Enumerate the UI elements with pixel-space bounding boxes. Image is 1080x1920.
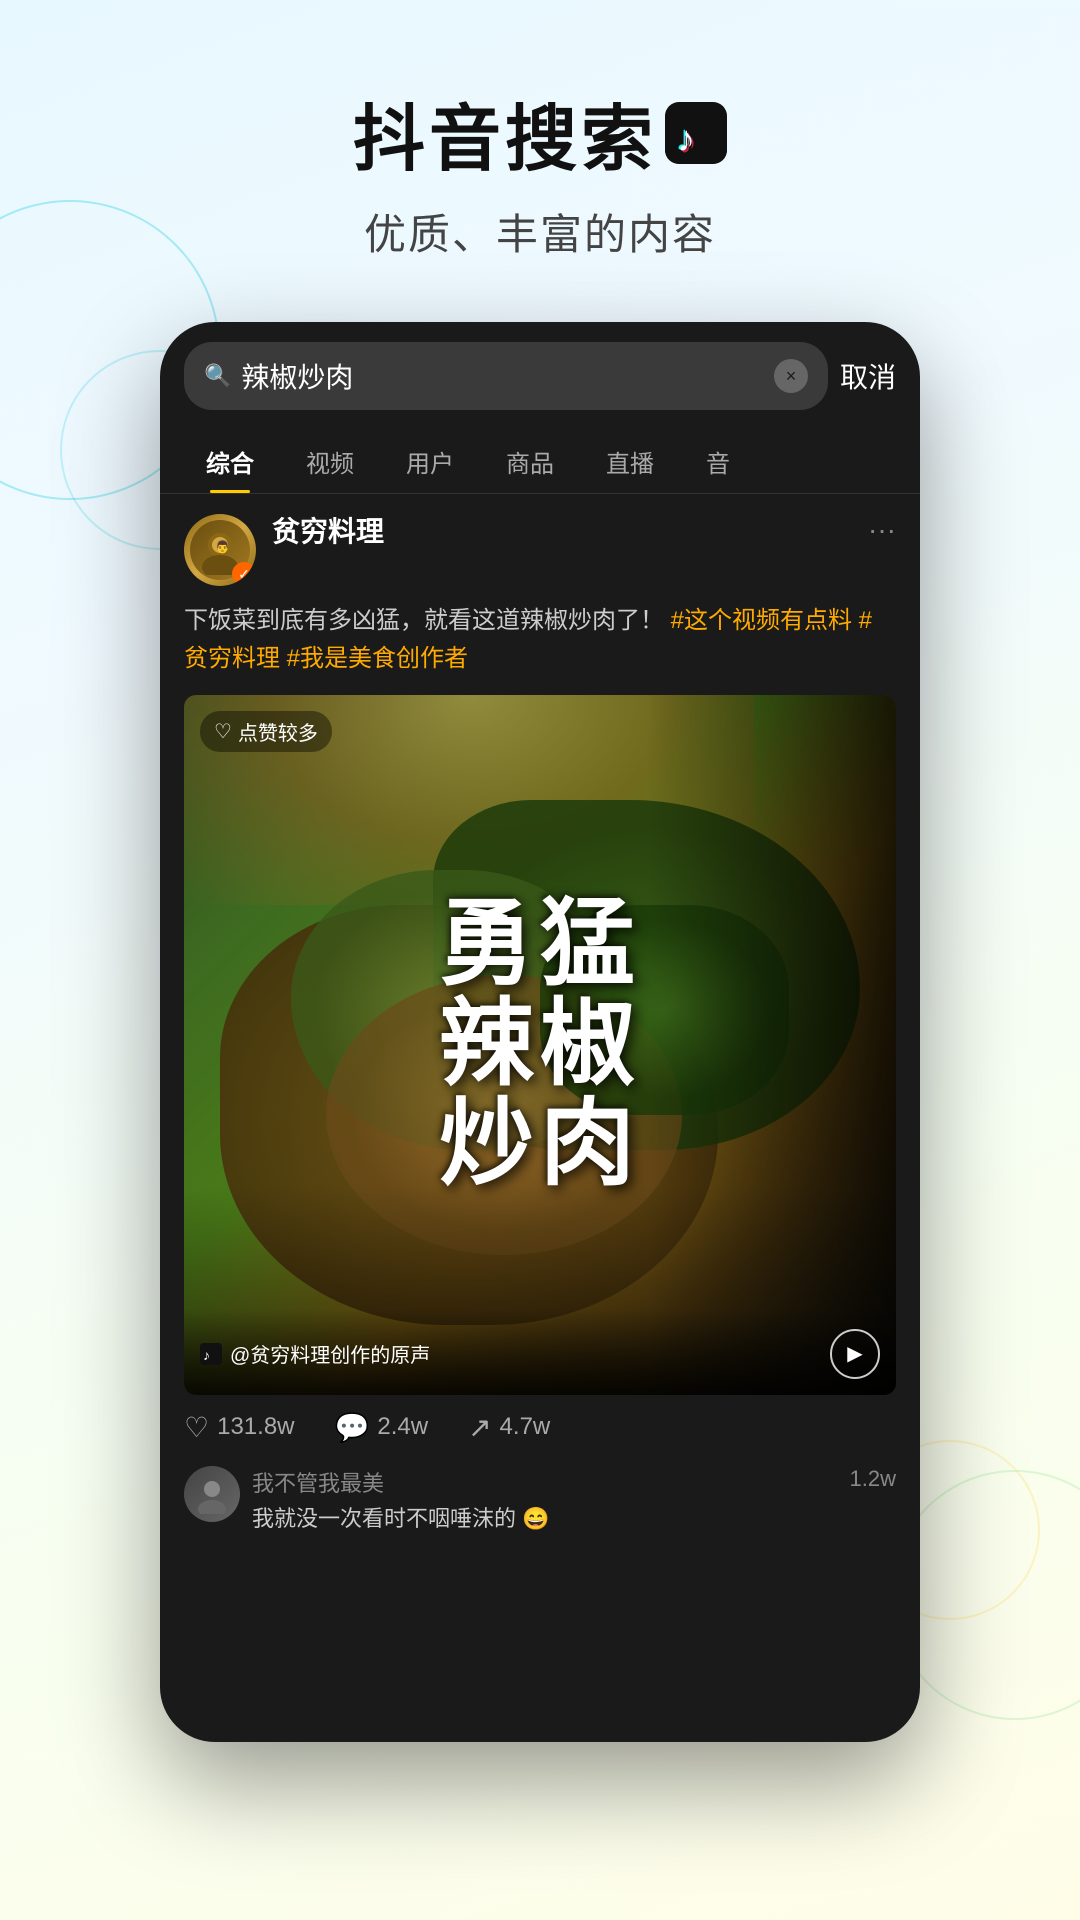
cancel-button[interactable]: 取消 [840,356,896,396]
search-results: 👨 ✓ 贫穷料理 ··· 下饭菜到底有多凶猛，就看这道辣椒炒肉了！ #这个视频有… [160,494,920,1535]
svg-text:👨: 👨 [215,540,230,554]
comments-count: 2.4w [377,1413,428,1441]
more-options-icon[interactable]: ··· [868,514,896,546]
video-title-cn: 勇猛辣椒炒肉 [439,895,641,1194]
tiktok-small-icon: ♪ [200,1343,222,1365]
tab-视频[interactable]: 视频 [280,430,380,493]
play-button[interactable]: ▶ [830,1329,880,1379]
audio-info: ♪ @贫穷料理创作的原声 [200,1339,430,1368]
header: 抖音搜索 ♪ ♪ ♪ 优质、丰富的内容 [0,0,1080,302]
svg-text:♪: ♪ [677,118,699,159]
comment-content: 我不管我最美 我就没一次看时不咽唾沫的 😄 [252,1466,838,1535]
user-avatar: 👨 ✓ [184,514,256,586]
tab-综合[interactable]: 综合 [180,430,280,493]
post-text: 下饭菜到底有多凶猛，就看这道辣椒炒肉了！ #这个视频有点料 #贫穷料理 #我是美… [184,602,896,679]
shares-count: 4.7w [500,1413,551,1441]
engagement-stats: ♡ 131.8w 💬 2.4w ↗ 4.7w [184,1395,896,1456]
tab-直播[interactable]: 直播 [580,430,680,493]
comment-count: 1.2w [850,1466,896,1492]
phone-mockup: 🔍 辣椒炒肉 × 取消 综合 视频 用户 商品 直播 [0,322,1080,1742]
clear-search-button[interactable]: × [774,359,808,393]
audio-text: @贫穷料理创作的原声 [230,1339,430,1368]
clear-icon-symbol: × [786,366,797,387]
likes-count: 131.8w [217,1413,294,1441]
tab-商品[interactable]: 商品 [480,430,580,493]
comments-stat: 💬 2.4w [335,1411,429,1444]
search-tabs: 综合 视频 用户 商品 直播 音 [160,430,920,494]
user-name: 贫穷料理 [272,514,384,550]
search-query: 辣椒炒肉 [241,356,764,396]
play-icon: ▶ [847,1341,862,1366]
svg-text:♪: ♪ [203,1347,210,1363]
result-user-card: 👨 ✓ 贫穷料理 ··· [184,514,896,586]
commenter-avatar [184,1466,240,1522]
commenter-name: 我不管我最美 [252,1466,838,1498]
tiktok-logo-icon: ♪ ♪ ♪ [665,102,727,164]
video-title-overlay: 勇猛辣椒炒肉 [184,695,896,1395]
video-bottom-bar: ♪ @贫穷料理创作的原声 ▶ [184,1309,896,1395]
heart-icon: ♡ [184,1411,209,1444]
tab-音[interactable]: 音 [680,430,756,493]
title-text: 抖音搜索 [353,80,657,185]
search-input-area[interactable]: 🔍 辣椒炒肉 × [184,342,828,410]
search-bar: 🔍 辣椒炒肉 × 取消 [160,322,920,430]
user-info: 贫穷料理 [272,514,384,550]
comment-icon: 💬 [335,1411,370,1444]
phone-screen: 🔍 辣椒炒肉 × 取消 综合 视频 用户 商品 直播 [160,322,920,1742]
verified-icon: ✓ [232,562,256,586]
tab-用户[interactable]: 用户 [380,430,480,493]
video-thumbnail[interactable]: ♡ 点赞较多 勇猛辣椒炒肉 ♪ @贫穷料理创作的原声 [184,695,896,1395]
app-subtitle: 优质、丰富的内容 [0,201,1080,262]
search-icon: 🔍 [204,363,231,389]
comment-preview: 我不管我最美 我就没一次看时不咽唾沫的 😄 1.2w [184,1456,896,1535]
app-title: 抖音搜索 ♪ ♪ ♪ [0,80,1080,185]
share-icon: ↗ [468,1411,491,1444]
comment-text: 我就没一次看时不咽唾沫的 😄 [252,1502,838,1535]
likes-stat: ♡ 131.8w [184,1411,295,1444]
shares-stat: ↗ 4.7w [468,1411,550,1444]
